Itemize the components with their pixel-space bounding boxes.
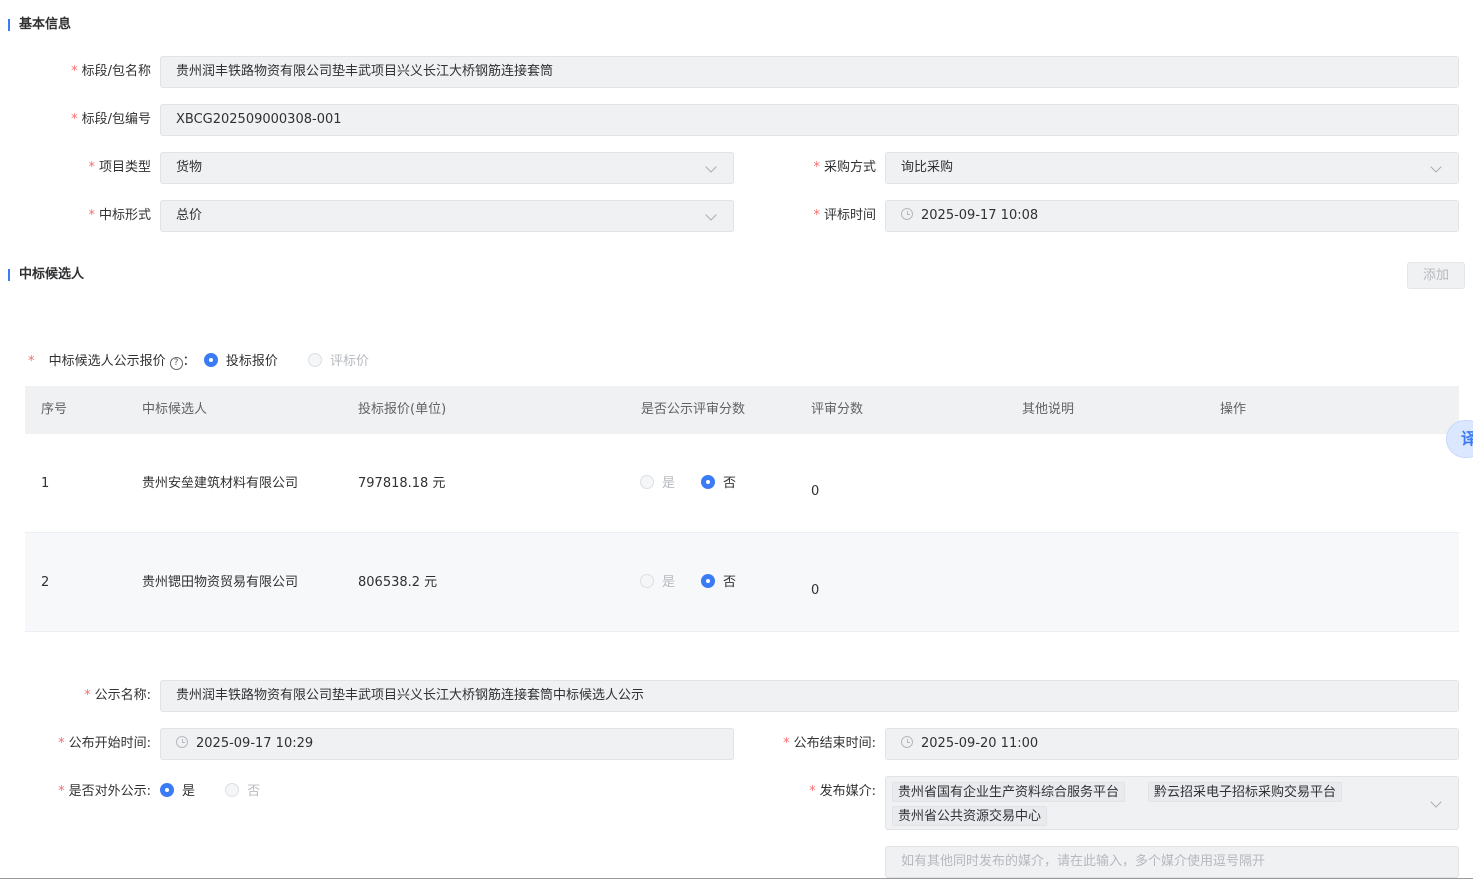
radio-public-yes[interactable]: 是 (160, 783, 221, 799)
radio-show-score-yes[interactable]: 是 (640, 475, 701, 491)
procurement-method-label: * 采购方式 (813, 160, 876, 175)
section-title-basic-info: 基本信息 (8, 17, 71, 33)
add-candidate-button[interactable]: 添加 (1407, 262, 1465, 289)
clock-icon (176, 736, 188, 748)
bid-name-label: * 标段/包名称 (71, 64, 151, 79)
window-bottom-border (0, 878, 1473, 879)
col-actions: 操作 (1220, 402, 1247, 417)
award-form-label: * 中标形式 (88, 208, 151, 223)
bid-code-label: * 标段/包编号 (71, 112, 151, 127)
radio-eval-price[interactable]: 评标价 (307, 353, 395, 369)
chevron-down-icon (1430, 161, 1442, 173)
bid-code-field[interactable]: XBCG202509000308-001 (160, 104, 1459, 136)
publish-start-label: * 公布开始时间: (58, 736, 151, 751)
notice-title-field[interactable]: 贵州润丰铁路物资有限公司垫丰武项目兴义长江大桥钢筋连接套筒中标候选人公示 (160, 680, 1459, 712)
col-score: 评审分数 (811, 402, 864, 417)
public-display-label: * 是否对外公示: (58, 784, 151, 799)
radio-public-no[interactable]: 否 (225, 783, 286, 799)
table-header: 序号 中标候选人 投标报价(单位) 是否公示评审分数 评审分数 其他说明 操作 (25, 386, 1459, 434)
award-form-select[interactable]: 总价 (160, 200, 734, 232)
other-media-input[interactable]: 如有其他同时发布的媒介，请在此输入，多个媒介使用逗号隔开 (885, 846, 1459, 878)
publish-end-label: * 公布结束时间: (783, 736, 876, 751)
radio-show-score-no[interactable]: 否 (701, 574, 762, 590)
chevron-down-icon (1430, 796, 1442, 808)
score-value: 0 (811, 484, 820, 499)
price-display-radio-group: * 中标候选人公示报价?： 投标报价 评标价 (28, 352, 395, 372)
radio-show-score-no[interactable]: 否 (701, 475, 762, 491)
publish-media-label: * 发布媒介: (809, 784, 876, 799)
candidates-table: 序号 中标候选人 投标报价(单位) 是否公示评审分数 评审分数 其他说明 操作 … (25, 386, 1459, 632)
show-score-radio-group: 是否 (640, 434, 762, 533)
notice-title-label: * 公示名称: (84, 688, 151, 703)
table-row: 1 贵州安垒建筑材料有限公司 797818.18 元 是否 0 (25, 434, 1459, 533)
public-display-radio-group: 是 否 (160, 776, 286, 808)
clock-icon (901, 736, 913, 748)
media-tag[interactable]: 黔云招采电子招标采购交易平台 (1148, 782, 1343, 802)
procurement-method-select[interactable]: 询比采购 (885, 152, 1459, 184)
col-show-score: 是否公示评审分数 (641, 402, 746, 417)
eval-time-label: * 评标时间 (813, 208, 876, 223)
col-bid-price: 投标报价(单位) (358, 402, 447, 417)
project-type-select[interactable]: 货物 (160, 152, 734, 184)
media-tag[interactable]: 贵州省国有企业生产资料综合服务平台 (892, 782, 1126, 802)
score-value: 0 (811, 583, 820, 598)
section-title-candidates: 中标候选人 (8, 267, 84, 283)
chevron-down-icon (705, 161, 717, 173)
media-tag[interactable]: 贵州省公共资源交易中心 (892, 806, 1048, 826)
eval-time-picker[interactable]: 2025-09-17 10:08 (885, 200, 1459, 232)
publish-start-picker[interactable]: 2025-09-17 10:29 (160, 728, 734, 760)
table-row: 2 贵州锶田物资贸易有限公司 806538.2 元 是否 0 (25, 533, 1459, 632)
help-icon[interactable]: ? (169, 357, 183, 370)
col-other-notes: 其他说明 (1022, 402, 1075, 417)
publish-media-select[interactable]: 贵州省国有企业生产资料综合服务平台 黔云招采电子招标采购交易平台 贵州省公共资源… (885, 776, 1459, 830)
col-candidate: 中标候选人 (142, 402, 208, 417)
bid-name-field[interactable]: 贵州润丰铁路物资有限公司垫丰武项目兴义长江大桥钢筋连接套筒 (160, 56, 1459, 88)
col-index: 序号 (41, 402, 68, 417)
radio-bid-price[interactable]: 投标报价 (203, 353, 304, 369)
publish-end-picker[interactable]: 2025-09-20 11:00 (885, 728, 1459, 760)
price-display-label: 中标候选人公示报价 (48, 354, 166, 369)
clock-icon (901, 208, 913, 220)
show-score-radio-group: 是否 (640, 533, 762, 632)
project-type-label: * 项目类型 (88, 160, 151, 175)
radio-show-score-yes[interactable]: 是 (640, 574, 701, 590)
chevron-down-icon (705, 209, 717, 221)
